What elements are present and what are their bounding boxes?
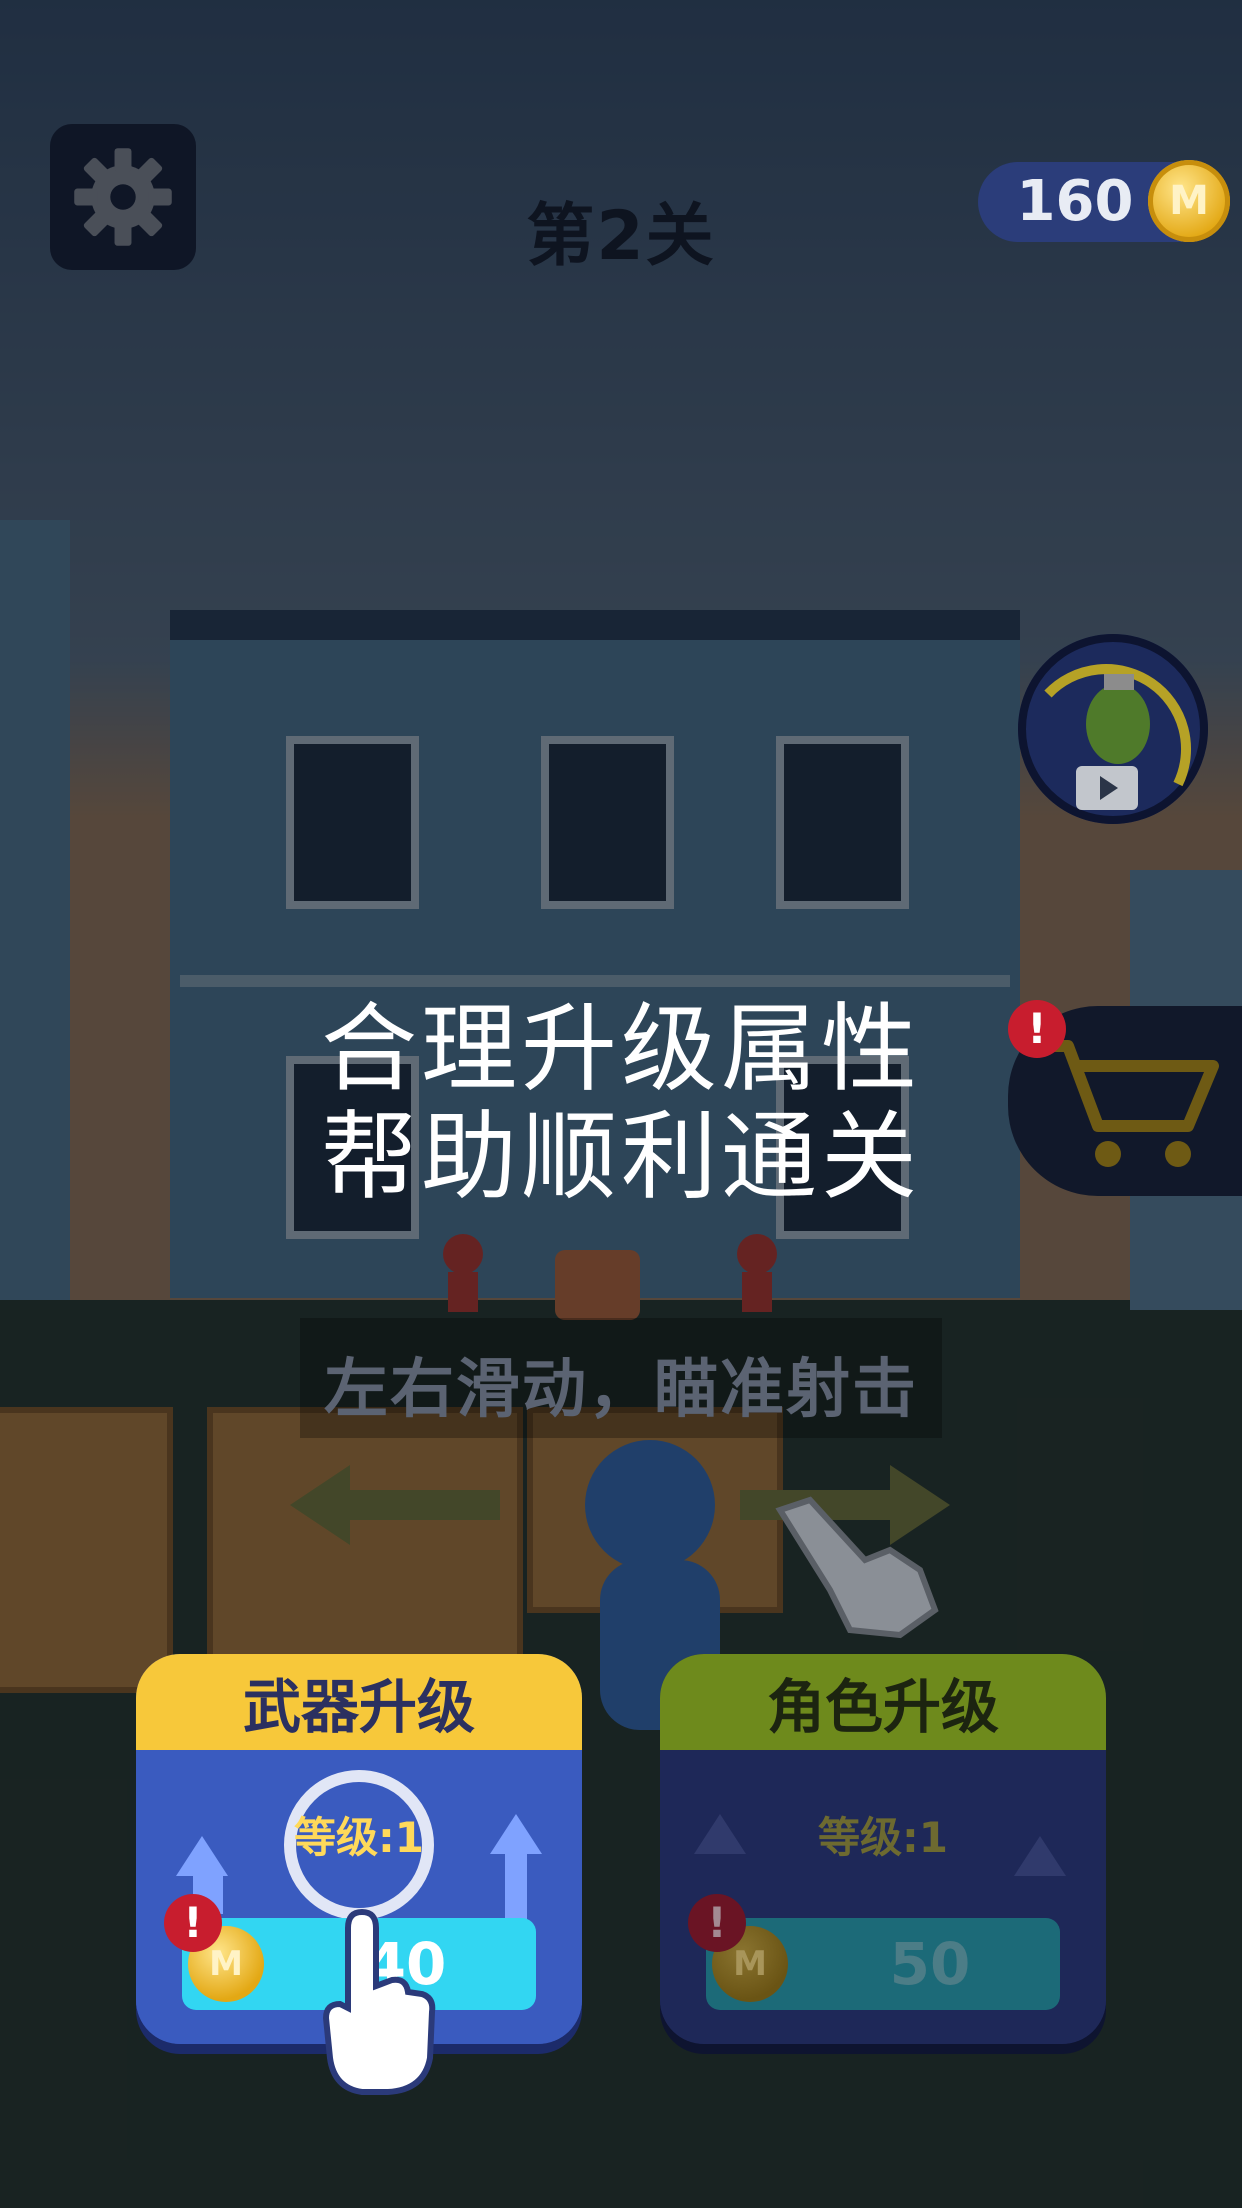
character-price: 50 <box>889 1930 971 1998</box>
hint-line-2: 帮助顺利通关 <box>321 1101 921 1213</box>
swipe-hint-text: 左右滑动，瞄准射击 <box>324 1353 918 1427</box>
character-alert-badge: ! <box>688 1894 746 1952</box>
coin-count: 160 <box>1016 169 1134 234</box>
level-title: 第2关 <box>526 197 716 276</box>
tutorial-hint: 合理升级属性 帮助顺利通关 <box>200 995 1042 1211</box>
gear-icon <box>74 148 172 246</box>
weapon-level: 等级:1 <box>293 1813 425 1862</box>
settings-button[interactable] <box>50 124 196 270</box>
weapon-upgrade-title: 武器升级 <box>136 1654 582 1750</box>
swipe-hand-icon <box>775 1496 939 1639</box>
coin-symbol: M <box>733 1944 767 1984</box>
coin-symbol: M <box>209 1944 243 1984</box>
character-upgrade-title: 角色升级 <box>660 1654 1106 1750</box>
coin-symbol: M <box>1169 178 1209 224</box>
hint-line-1: 合理升级属性 <box>321 993 921 1105</box>
grenade-reward-button[interactable] <box>1018 634 1208 824</box>
character-level: 等级:1 <box>817 1813 949 1862</box>
grenade-video-icon <box>1044 664 1192 810</box>
coin-icon: M <box>1148 160 1230 242</box>
character-upgrade-card[interactable]: 角色升级 等级:1 M 50 <box>660 1654 1106 2044</box>
hand-pointer-icon <box>322 1908 436 2095</box>
weapon-alert-badge: ! <box>164 1894 222 1952</box>
